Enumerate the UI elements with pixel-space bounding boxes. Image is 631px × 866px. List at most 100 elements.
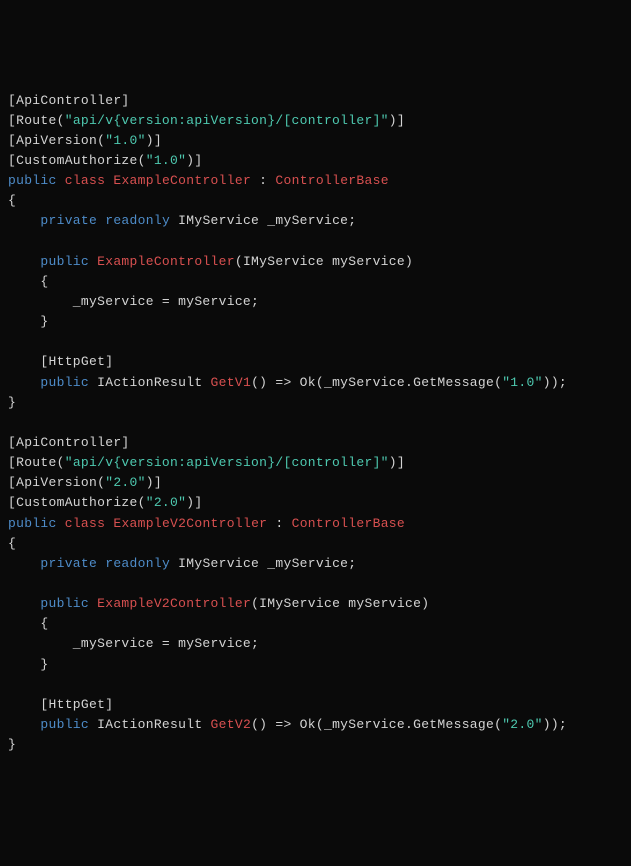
code-token: public	[40, 375, 89, 390]
code-token: public	[40, 254, 89, 269]
code-token: IActionResult	[89, 717, 211, 732]
code-token: ControllerBase	[292, 516, 405, 531]
code-token: )]	[146, 133, 162, 148]
code-token	[8, 213, 40, 228]
code-line: [CustomAuthorize("2.0")]	[8, 493, 623, 513]
code-line: public IActionResult GetV1() => Ok(_mySe…	[8, 373, 623, 393]
code-token: )]	[186, 153, 202, 168]
code-token: readonly	[105, 213, 170, 228]
code-token: () => Ok(_myService.GetMessage(	[251, 717, 502, 732]
code-line: [Route("api/v{version:apiVersion}/[contr…	[8, 111, 623, 131]
code-token: () => Ok(_myService.GetMessage(	[251, 375, 502, 390]
code-token: [ApiController]	[8, 435, 130, 450]
code-block: [ApiController][Route("api/v{version:api…	[8, 91, 623, 756]
code-token	[8, 254, 40, 269]
code-token: }	[8, 657, 49, 672]
code-token	[89, 596, 97, 611]
code-token: "2.0"	[105, 475, 146, 490]
code-token: }	[8, 395, 16, 410]
code-token: public	[40, 596, 89, 611]
code-token: ExampleController	[97, 254, 235, 269]
code-token: "2.0"	[502, 717, 543, 732]
code-line	[8, 332, 623, 352]
code-token: [Route(	[8, 455, 65, 470]
code-token: _myService = myService;	[8, 636, 259, 651]
code-line: {	[8, 534, 623, 554]
code-token: "2.0"	[146, 495, 187, 510]
code-token: "1.0"	[146, 153, 187, 168]
code-token: [Route(	[8, 113, 65, 128]
code-line: [ApiController]	[8, 433, 623, 453]
code-token	[57, 173, 65, 188]
code-token	[8, 596, 40, 611]
code-token	[8, 375, 40, 390]
code-token: class	[65, 516, 106, 531]
code-line: private readonly IMyService _myService;	[8, 554, 623, 574]
code-token: (IMyService myService)	[251, 596, 429, 611]
code-token: "1.0"	[105, 133, 146, 148]
code-token: ));	[543, 717, 567, 732]
code-line: [CustomAuthorize("1.0")]	[8, 151, 623, 171]
code-token: }	[8, 314, 49, 329]
code-token: [ApiVersion(	[8, 133, 105, 148]
code-token: class	[65, 173, 106, 188]
code-token: }	[8, 737, 16, 752]
code-token: [ApiVersion(	[8, 475, 105, 490]
code-line	[8, 675, 623, 695]
code-line: {	[8, 614, 623, 634]
code-token: )]	[186, 495, 202, 510]
code-token	[8, 556, 40, 571]
code-token: )]	[389, 455, 405, 470]
code-line: _myService = myService;	[8, 292, 623, 312]
code-line	[8, 232, 623, 252]
code-token: readonly	[105, 556, 170, 571]
code-token: GetV2	[211, 717, 252, 732]
code-token: ControllerBase	[275, 173, 388, 188]
code-line: [ApiVersion("1.0")]	[8, 131, 623, 151]
code-line: private readonly IMyService _myService;	[8, 211, 623, 231]
code-line: [ApiVersion("2.0")]	[8, 473, 623, 493]
code-line: _myService = myService;	[8, 634, 623, 654]
code-token: {	[8, 616, 49, 631]
code-token: {	[8, 274, 49, 289]
code-token: public	[40, 717, 89, 732]
code-token: ));	[543, 375, 567, 390]
code-token: "1.0"	[502, 375, 543, 390]
code-token: _myService = myService;	[8, 294, 259, 309]
code-line: }	[8, 393, 623, 413]
code-line: public ExampleV2Controller(IMyService my…	[8, 594, 623, 614]
code-line: [Route("api/v{version:apiVersion}/[contr…	[8, 453, 623, 473]
code-token: [CustomAuthorize(	[8, 495, 146, 510]
code-token: :	[251, 173, 275, 188]
code-line: [ApiController]	[8, 91, 623, 111]
code-token: )]	[389, 113, 405, 128]
code-token: :	[267, 516, 291, 531]
code-token: {	[8, 193, 16, 208]
code-token: (IMyService myService)	[235, 254, 413, 269]
code-token: IMyService _myService;	[170, 213, 356, 228]
code-line: public class ExampleV2Controller : Contr…	[8, 514, 623, 534]
code-line: public class ExampleController : Control…	[8, 171, 623, 191]
code-token: ExampleController	[113, 173, 251, 188]
code-token: ExampleV2Controller	[97, 596, 251, 611]
code-line: {	[8, 191, 623, 211]
code-line	[8, 413, 623, 433]
code-token: IActionResult	[89, 375, 211, 390]
code-line: }	[8, 312, 623, 332]
code-token: GetV1	[211, 375, 252, 390]
code-line: }	[8, 735, 623, 755]
code-line: [HttpGet]	[8, 695, 623, 715]
code-token: private	[40, 556, 97, 571]
code-token: [HttpGet]	[8, 697, 113, 712]
code-token: [ApiController]	[8, 93, 130, 108]
code-token: "api/v{version:apiVersion}/[controller]"	[65, 455, 389, 470]
code-line: }	[8, 655, 623, 675]
code-token: IMyService _myService;	[170, 556, 356, 571]
code-token: {	[8, 536, 16, 551]
code-line: {	[8, 272, 623, 292]
code-token	[8, 717, 40, 732]
code-token	[89, 254, 97, 269]
code-line	[8, 574, 623, 594]
code-token	[57, 516, 65, 531]
code-line: [HttpGet]	[8, 352, 623, 372]
